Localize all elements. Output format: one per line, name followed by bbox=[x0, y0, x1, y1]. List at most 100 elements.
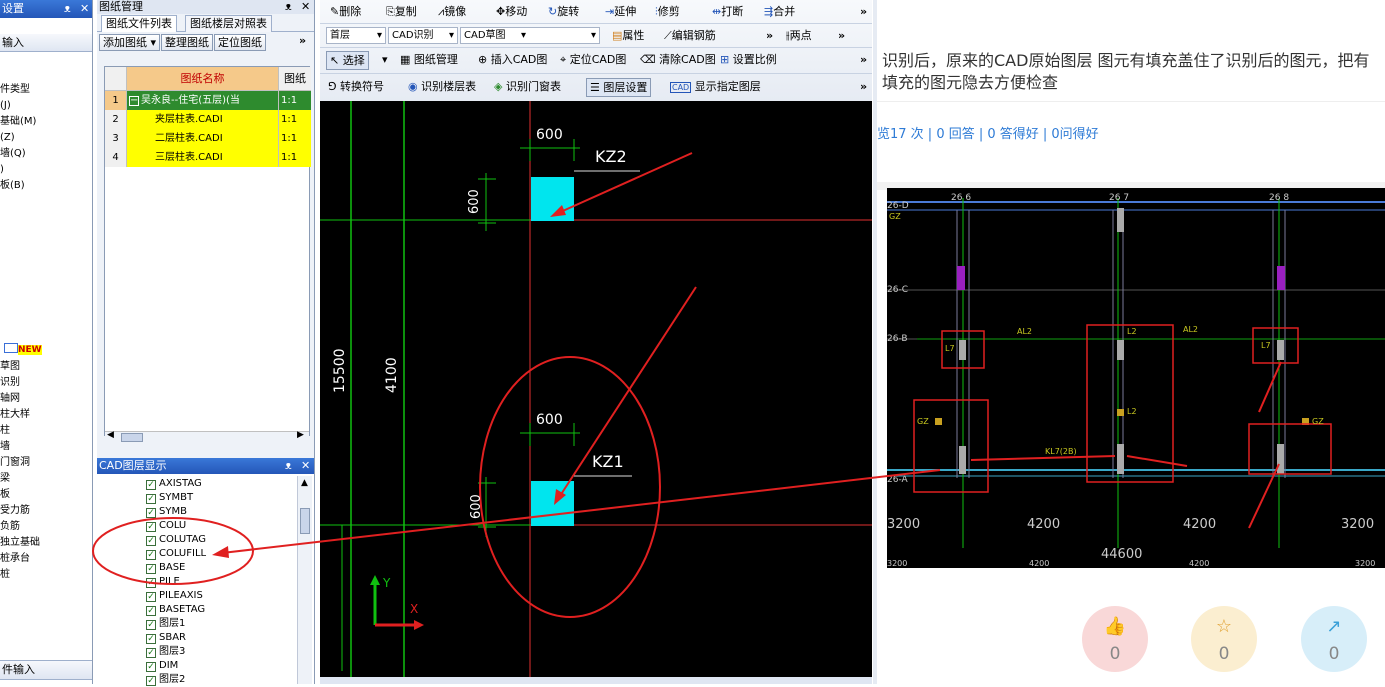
layer-settings-button[interactable]: ☰ 图层设置 bbox=[586, 78, 652, 97]
checkbox[interactable]: ✓ bbox=[146, 508, 156, 518]
tree-item[interactable]: 负筋 bbox=[0, 519, 92, 535]
checkbox[interactable]: ✓ bbox=[146, 606, 156, 616]
recognize-floor-table-button[interactable]: ◉ 识别楼层表 bbox=[408, 79, 476, 95]
share-button[interactable]: ↗ 0 bbox=[1301, 606, 1367, 672]
column-kz1[interactable] bbox=[531, 481, 574, 526]
favorite-button[interactable]: ☆ 0 bbox=[1191, 606, 1257, 672]
organize-drawing-button[interactable]: 整理图纸 bbox=[161, 34, 214, 51]
tree-item[interactable]: 梁 bbox=[0, 471, 92, 487]
table-row[interactable]: 1 − 吴永良--住宅(五层)(当 1:1 bbox=[105, 91, 311, 110]
layer-item[interactable]: ✓ PILE bbox=[146, 575, 180, 589]
layer-item[interactable]: ✓ 图层3 bbox=[146, 645, 185, 659]
tab-floor-mapping[interactable]: 图纸楼层对照表 bbox=[185, 15, 272, 32]
tree-item[interactable]: 草图 bbox=[0, 359, 92, 375]
tree-item[interactable]: 受力筋 bbox=[0, 503, 92, 519]
layer-item[interactable]: ✓ COLUFILL bbox=[146, 547, 206, 561]
more-icon[interactable]: » bbox=[766, 28, 773, 44]
tree-item[interactable]: (J) bbox=[0, 98, 92, 114]
question-stats[interactable]: 览17 次 | 0 回答 | 0 答得好 | 0问得好 bbox=[877, 123, 1099, 142]
checkbox[interactable]: ✓ bbox=[146, 620, 156, 630]
layer-item[interactable]: ✓ 图层2 bbox=[146, 673, 185, 687]
locate-drawing-button[interactable]: 定位图纸 bbox=[214, 34, 267, 51]
floor-select[interactable]: 首层 ▾ bbox=[326, 27, 386, 44]
more-icon[interactable]: » bbox=[860, 79, 867, 95]
close-icon[interactable]: ✕ bbox=[301, 458, 310, 474]
layer-item[interactable]: ✓ PILEAXIS bbox=[146, 589, 203, 603]
checkbox[interactable]: ✓ bbox=[146, 480, 156, 490]
tree-item[interactable]: (Z) bbox=[0, 130, 92, 146]
select-button[interactable]: ↖ 选择 bbox=[326, 51, 369, 70]
input-button[interactable]: 输入 bbox=[0, 34, 92, 52]
mode-select[interactable]: CAD识别 ▾ bbox=[388, 27, 458, 44]
table-row[interactable]: 3 二层柱表.CADI 1:1 bbox=[105, 129, 311, 148]
like-button[interactable]: 👍 0 bbox=[1082, 606, 1148, 672]
set-scale-button[interactable]: ⊞ 设置比例 bbox=[720, 52, 777, 68]
rotate-button[interactable]: ↻旋转 bbox=[548, 4, 579, 20]
scroll-up-icon[interactable]: ▲ bbox=[301, 478, 308, 488]
move-button[interactable]: ✥移动 bbox=[496, 4, 527, 20]
select-dropdown[interactable]: ▾ bbox=[382, 52, 388, 68]
checkbox[interactable]: ✓ bbox=[146, 578, 156, 588]
checkbox[interactable]: ✓ bbox=[146, 494, 156, 504]
layer-item[interactable]: ✓ AXISTAG bbox=[146, 477, 202, 491]
add-drawing-button[interactable]: 添加图纸 ▾ bbox=[99, 34, 161, 51]
tree-item[interactable]: 板 bbox=[0, 487, 92, 503]
layer-item[interactable]: ✓ DIM bbox=[146, 659, 178, 673]
scroll-left-icon[interactable]: ◀ bbox=[107, 430, 114, 440]
tree-item[interactable]: 基础(M) bbox=[0, 114, 92, 130]
tree-item[interactable]: ) bbox=[0, 162, 92, 178]
tree-item[interactable]: 墙 bbox=[0, 439, 92, 455]
vertical-scrollbar[interactable]: ▲ bbox=[297, 476, 312, 684]
cad-viewport[interactable]: 600 KZ2 600 600 KZ1 600 15500 4100 Y X bbox=[320, 101, 872, 677]
collapse-icon[interactable]: − bbox=[129, 96, 139, 106]
checkbox[interactable]: ✓ bbox=[146, 592, 156, 602]
trim-button[interactable]: ⫶修剪 bbox=[655, 4, 680, 20]
insert-cad-button[interactable]: ⊕ 插入CAD图 bbox=[478, 52, 547, 68]
col-header-name[interactable]: 图纸名称 bbox=[127, 67, 279, 91]
col-header-scale[interactable]: 图纸比 bbox=[279, 67, 311, 109]
merge-button[interactable]: ⇶合并 bbox=[764, 4, 795, 20]
edit-rebar-button[interactable]: ⟋编辑钢筋 bbox=[664, 28, 716, 44]
horizontal-scrollbar[interactable]: ◀ ▶ bbox=[105, 430, 309, 443]
scroll-right-icon[interactable]: ▶ bbox=[297, 430, 304, 440]
tree-item[interactable]: 桩承台 bbox=[0, 551, 92, 567]
checkbox[interactable]: ✓ bbox=[146, 676, 156, 686]
tree-item[interactable]: 桩 bbox=[0, 567, 92, 583]
locate-cad-button[interactable]: ⌖ 定位CAD图 bbox=[560, 52, 626, 68]
two-point-button[interactable]: ⫲两点 bbox=[786, 28, 812, 44]
extend-button[interactable]: ⇥延伸 bbox=[605, 4, 636, 20]
sketch-select[interactable]: CAD草图 ▾ ▾ bbox=[460, 27, 600, 44]
checkbox[interactable]: ✓ bbox=[146, 522, 156, 532]
tree-item[interactable]: 柱大样 bbox=[0, 407, 92, 423]
question-image[interactable]: 26 6 26 7 26 8 26-D 26-C 26-B 26-A 3200 … bbox=[887, 188, 1385, 568]
layer-item[interactable]: ✓ SYMBT bbox=[146, 491, 193, 505]
tree-item[interactable]: 柱 bbox=[0, 423, 92, 439]
pin-icon[interactable]: ᴥ bbox=[285, 0, 292, 14]
column-kz2[interactable] bbox=[531, 177, 574, 221]
recognize-door-window-button[interactable]: ◈ 识别门窗表 bbox=[494, 79, 561, 95]
tree-item[interactable]: 识别 bbox=[0, 375, 92, 391]
delete-button[interactable]: ✎删除 bbox=[330, 4, 361, 20]
show-layer-button[interactable]: CAD 显示指定图层 bbox=[670, 79, 761, 95]
layer-item[interactable]: ✓ COLU bbox=[146, 519, 186, 533]
layer-item[interactable]: ✓ SBAR bbox=[146, 631, 186, 645]
checkbox[interactable]: ✓ bbox=[146, 550, 156, 560]
convert-symbol-button[interactable]: ⅁ 转换符号 bbox=[328, 79, 384, 95]
scroll-thumb[interactable] bbox=[300, 508, 310, 534]
table-row[interactable]: 2 夹层柱表.CADI 1:1 bbox=[105, 110, 311, 129]
tree-item[interactable]: 独立基础 bbox=[0, 535, 92, 551]
mirror-button[interactable]: ⩘镜像 bbox=[438, 4, 466, 20]
layer-item[interactable]: ✓ BASE bbox=[146, 561, 185, 575]
table-row[interactable]: 4 三层柱表.CADI 1:1 bbox=[105, 148, 311, 167]
more-icon[interactable]: » bbox=[299, 34, 306, 47]
checkbox[interactable]: ✓ bbox=[146, 536, 156, 546]
layer-item[interactable]: ✓ BASETAG bbox=[146, 603, 205, 617]
checkbox[interactable]: ✓ bbox=[146, 634, 156, 644]
close-icon[interactable]: ✕ bbox=[80, 0, 89, 18]
pin-icon[interactable]: ᴥ bbox=[285, 458, 292, 474]
tab-drawing-list[interactable]: 图纸文件列表 bbox=[101, 15, 177, 32]
copy-button[interactable]: ⎘复制 bbox=[386, 4, 417, 20]
close-icon[interactable]: ✕ bbox=[301, 0, 310, 14]
tree-item[interactable]: 板(B) bbox=[0, 178, 92, 194]
properties-button[interactable]: ▤属性 bbox=[612, 28, 644, 44]
